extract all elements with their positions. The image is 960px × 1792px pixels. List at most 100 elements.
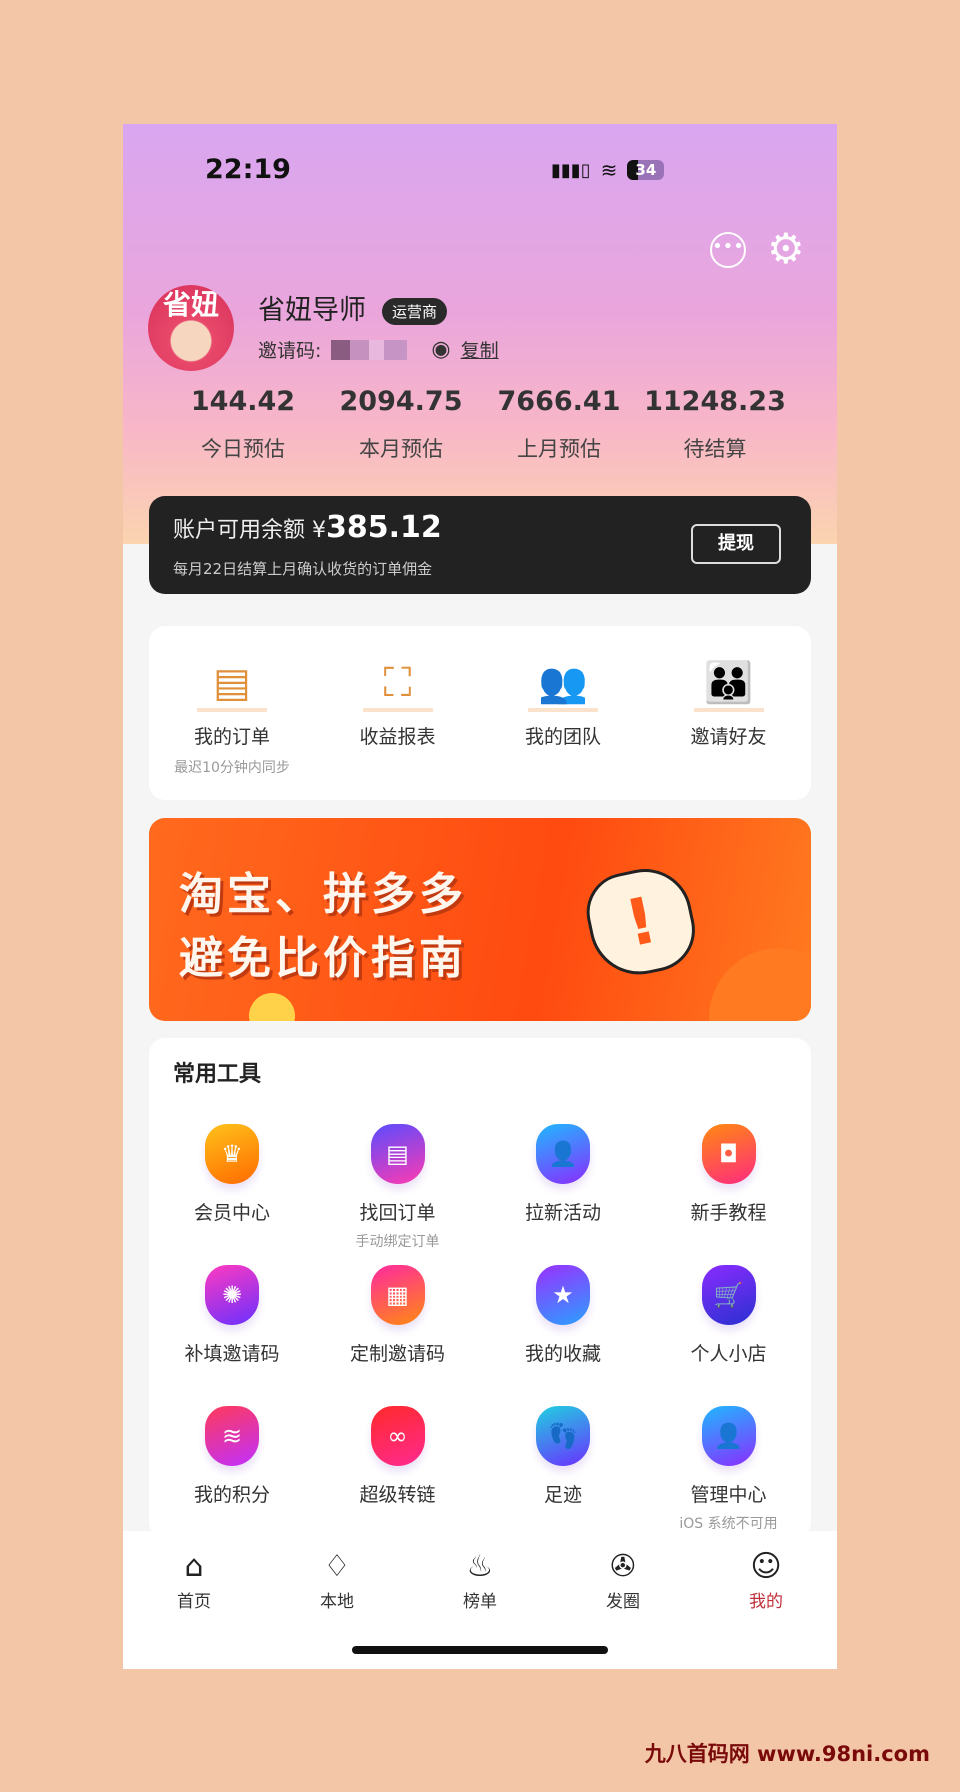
flame-icon: ♨: [466, 1549, 494, 1584]
tool-找回订单[interactable]: ▤ 找回订单 手动绑定订单: [318, 1124, 478, 1251]
invite-code-row: 邀请码: ◉ 复制: [258, 336, 499, 363]
tool-新手教程[interactable]: ◘ 新手教程: [649, 1124, 809, 1225]
stat-label: 今日预估: [201, 437, 285, 461]
tool-label: 补填邀请码: [184, 1343, 280, 1365]
tab-3[interactable]: ✇ 发圈: [573, 1531, 673, 1613]
eye-icon[interactable]: ◉: [431, 337, 450, 362]
status-icons: ▮▮▮▯ ≋ 34: [551, 158, 665, 182]
tool-label: 管理中心: [690, 1484, 767, 1506]
team-icon: 👥: [528, 654, 598, 712]
avatar[interactable]: 省妞: [148, 285, 234, 371]
menu-label: 收益报表: [359, 726, 436, 748]
menu-sub: 最迟10分钟内同步: [174, 760, 290, 776]
clipboard-icon: ▤: [197, 654, 267, 712]
stat-3[interactable]: 11248.23 待结算: [635, 386, 795, 463]
invite-label: 邀请码:: [258, 340, 322, 362]
status-time: 22:19: [205, 154, 291, 185]
footprint-icon: 👣: [536, 1406, 590, 1466]
aperture-icon: ✇: [610, 1549, 636, 1584]
user-card-icon: 👤: [701, 1406, 756, 1466]
stat-1[interactable]: 2094.75 本月预估: [321, 386, 481, 463]
tool-sub: 手动绑定订单: [355, 1234, 440, 1250]
balance-note: 每月22日结算上月确认收货的订单佣金: [173, 560, 433, 578]
book-icon: ◘: [701, 1124, 756, 1184]
tab-label: 我的: [749, 1592, 783, 1612]
stat-label: 本月预估: [359, 437, 443, 461]
stat-value: 7666.41: [497, 386, 621, 417]
decor-circle: [249, 993, 295, 1021]
stat-label: 上月预估: [517, 437, 601, 461]
invite-friends-icon: 👪: [693, 654, 764, 712]
menu-item-3[interactable]: 👪 邀请好友: [649, 654, 809, 749]
tab-0[interactable]: ⌂ 首页: [144, 1531, 244, 1613]
tool-label: 超级转链: [359, 1484, 436, 1506]
tools-card: 常用工具 ♛ 会员中心 ▤ 找回订单 手动绑定订单 👤 拉新活动 ◘ 新手教程 ✺ 补填邀请码 ▦ 定制…: [149, 1038, 811, 1538]
aperture-icon: ✺: [205, 1265, 259, 1325]
menu-label: 我的订单: [193, 726, 270, 748]
user-name: 省妞导师: [258, 295, 366, 326]
tool-超级转链[interactable]: ∞ 超级转链: [318, 1406, 478, 1507]
message-icon[interactable]: •••: [710, 232, 746, 268]
tab-4[interactable]: ☺ 我的: [716, 1531, 816, 1613]
tools-title: 常用工具: [173, 1062, 262, 1087]
grid-icon: ▦: [370, 1265, 425, 1325]
tool-label: 拉新活动: [524, 1202, 601, 1224]
star-icon: ★: [536, 1265, 590, 1325]
tool-sub: iOS 系统不可用: [679, 1516, 778, 1532]
coins-icon: ≋: [205, 1406, 259, 1466]
tool-label: 我的积分: [193, 1484, 270, 1506]
balance-amount: 385.12: [326, 510, 442, 545]
tool-定制邀请码[interactable]: ▦ 定制邀请码: [318, 1265, 478, 1366]
tool-label: 足迹: [543, 1484, 582, 1506]
menu-label: 邀请好友: [690, 726, 767, 748]
stat-label: 待结算: [683, 437, 747, 461]
watermark: 九八首码网 www.98ni.com: [644, 1742, 930, 1766]
withdraw-button[interactable]: 提现: [691, 524, 781, 564]
phone-screen: 22:19 ▮▮▮▯ ≋ 34 ••• ⚙ 省妞 省妞导师 运营商 邀请码: ◉ …: [123, 124, 837, 1669]
chart-board-icon: ⛶: [362, 654, 433, 712]
tab-2[interactable]: ♨ 榜单: [430, 1531, 530, 1613]
currency-symbol: ¥: [312, 518, 327, 543]
exclamation-burst-icon: !: [579, 860, 703, 984]
tool-会员中心[interactable]: ♛ 会员中心: [152, 1124, 312, 1225]
role-badge: 运营商: [382, 298, 448, 325]
copy-link[interactable]: 复制: [461, 336, 499, 363]
tool-label: 会员中心: [193, 1202, 270, 1224]
quick-menu-card: ▤ 我的订单最迟10分钟内同步 ⛶ 收益报表 👥 我的团队 👪 邀请好友: [149, 626, 811, 800]
user-name-row: 省妞导师 运营商: [258, 288, 448, 327]
menu-item-0[interactable]: ▤ 我的订单最迟10分钟内同步: [152, 654, 312, 777]
menu-item-1[interactable]: ⛶ 收益报表: [318, 654, 478, 749]
stat-value: 144.42: [190, 386, 296, 417]
crown-icon: ♛: [205, 1124, 259, 1184]
stat-2[interactable]: 7666.41 上月预估: [479, 386, 639, 463]
tool-足迹[interactable]: 👣 足迹: [483, 1406, 643, 1507]
tool-我的积分[interactable]: ≋ 我的积分: [152, 1406, 312, 1507]
tool-label: 个人小店: [690, 1343, 767, 1365]
tool-label: 新手教程: [690, 1202, 767, 1224]
menu-item-2[interactable]: 👥 我的团队: [483, 654, 643, 749]
stat-value: 11248.23: [644, 386, 786, 417]
user-card-icon: 👤: [536, 1124, 590, 1184]
tab-label: 发圈: [606, 1592, 640, 1612]
banner-line2: 避免比价指南: [179, 933, 467, 984]
tool-管理中心[interactable]: 👤 管理中心 iOS 系统不可用: [649, 1406, 809, 1533]
invite-code-masked: [331, 339, 408, 360]
tool-我的收藏[interactable]: ★ 我的收藏: [483, 1265, 643, 1366]
stat-0[interactable]: 144.42 今日预估: [163, 386, 323, 463]
clipboard-icon: ▤: [370, 1124, 425, 1184]
stat-value: 2094.75: [339, 386, 463, 417]
promo-banner[interactable]: 淘宝、拼多多 避免比价指南 !: [149, 818, 811, 1021]
menu-label: 我的团队: [524, 726, 601, 748]
tool-补填邀请码[interactable]: ✺ 补填邀请码: [152, 1265, 312, 1366]
decor-circle: [709, 948, 811, 1021]
link-icon: ∞: [370, 1406, 425, 1466]
wifi-icon: ≋: [600, 158, 618, 182]
tool-个人小店[interactable]: 🛒 个人小店: [649, 1265, 809, 1366]
tab-1[interactable]: ♢ 本地: [287, 1531, 387, 1613]
tool-label: 我的收藏: [524, 1343, 601, 1365]
signal-icon: ▮▮▮▯: [551, 159, 591, 181]
tab-label: 本地: [320, 1592, 354, 1612]
tool-拉新活动[interactable]: 👤 拉新活动: [483, 1124, 643, 1225]
tab-label: 榜单: [463, 1592, 497, 1612]
settings-gear-icon[interactable]: ⚙: [767, 224, 805, 273]
